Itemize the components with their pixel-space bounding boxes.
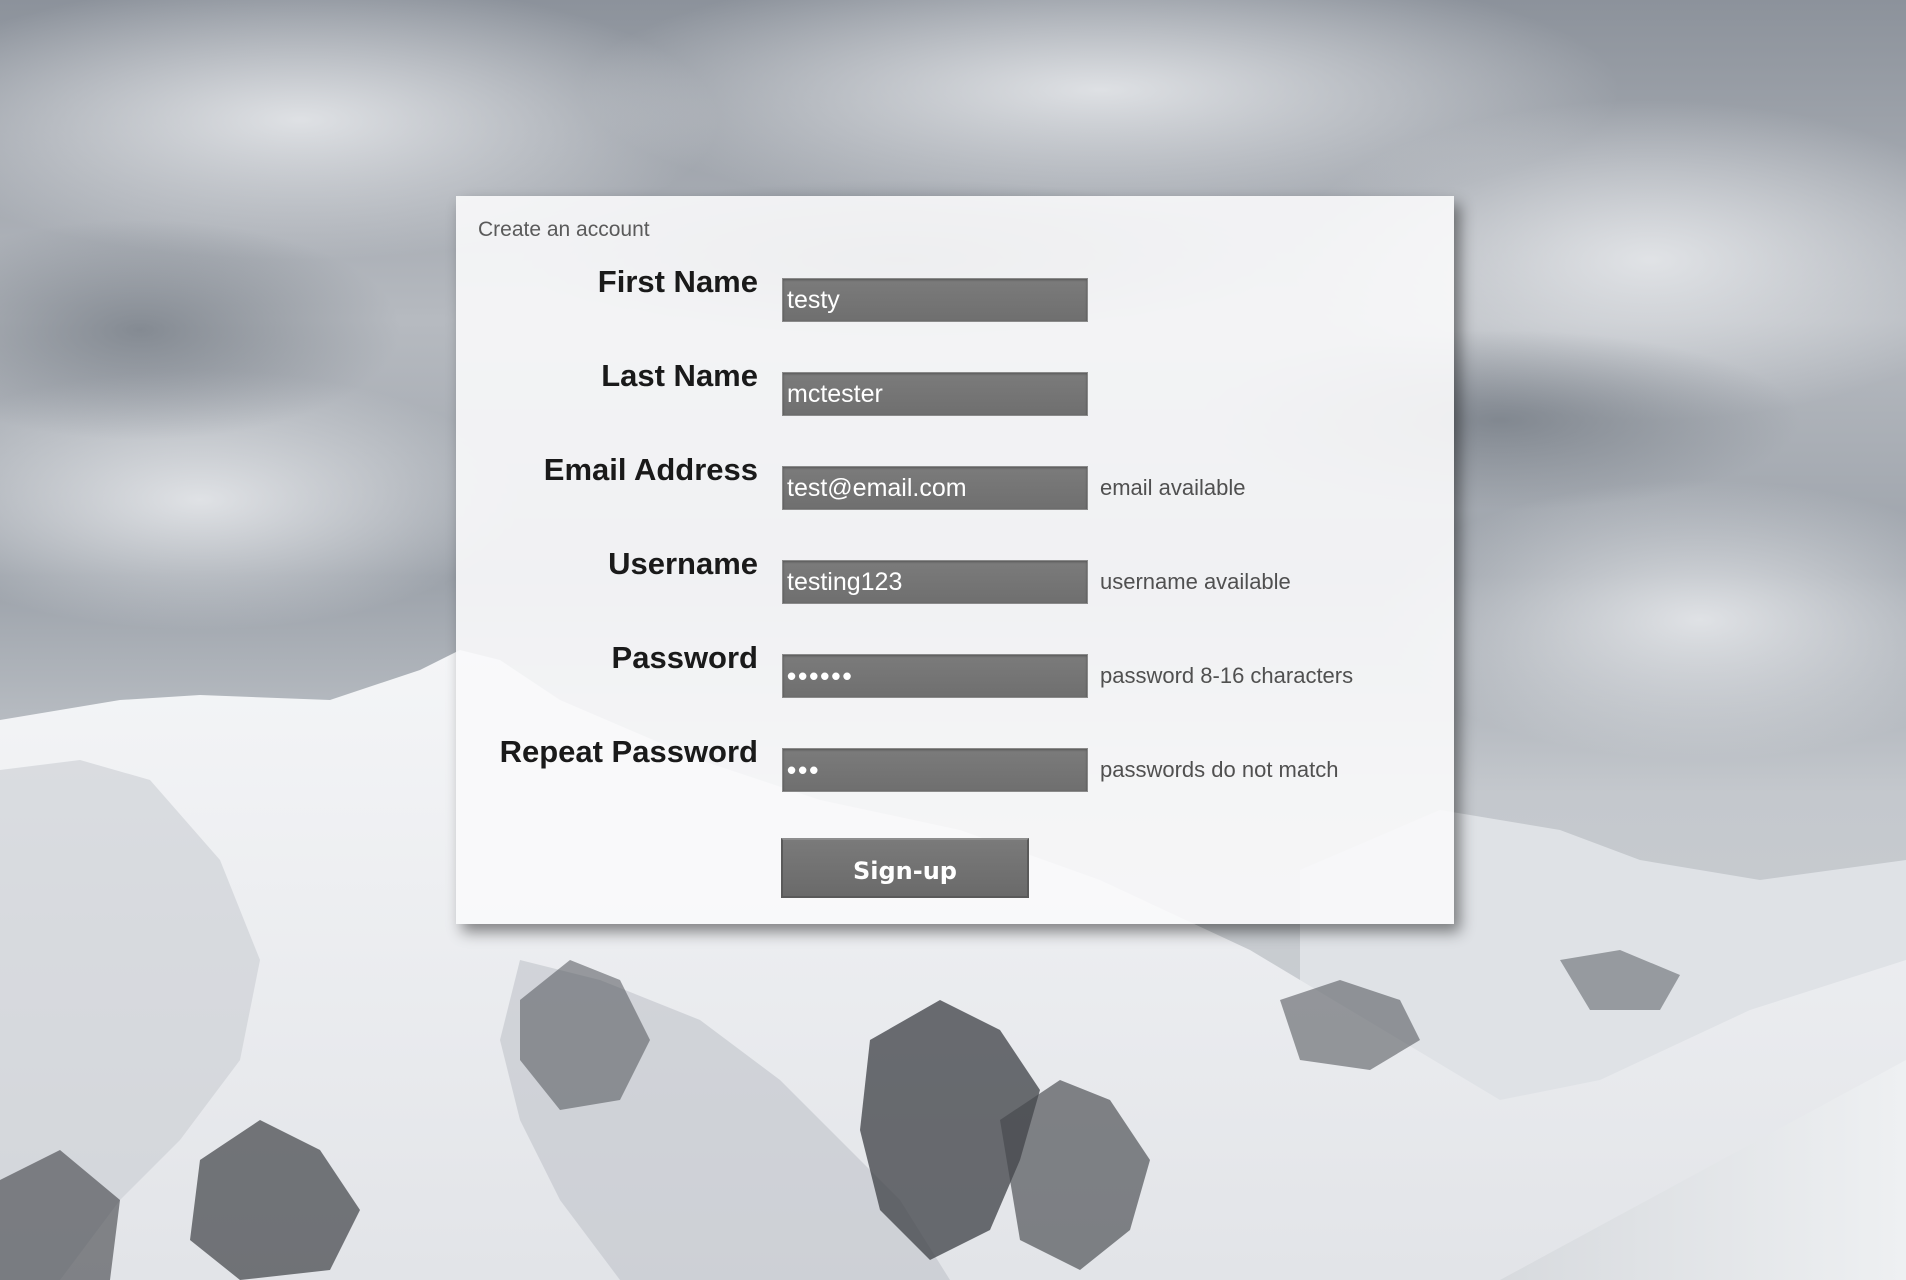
email-label: Email Address xyxy=(543,452,758,487)
password-hint: password 8-16 characters xyxy=(1100,663,1354,688)
password-row: Password password 8-16 characters xyxy=(456,640,1454,698)
repeat-password-status: passwords do not match xyxy=(1100,757,1339,782)
first-name-label: First Name xyxy=(597,264,758,299)
repeat-password-row: Repeat Password passwords do not match xyxy=(456,734,1454,792)
username-label: Username xyxy=(608,546,758,581)
last-name-row: Last Name xyxy=(456,358,1454,416)
email-input[interactable] xyxy=(782,466,1088,510)
signup-card: Create an account First Name Last Name E… xyxy=(456,196,1454,924)
repeat-password-label: Repeat Password xyxy=(499,734,758,769)
first-name-input[interactable] xyxy=(782,278,1088,322)
repeat-password-input[interactable] xyxy=(782,748,1088,792)
first-name-row: First Name xyxy=(456,264,1454,322)
password-label: Password xyxy=(611,640,758,675)
password-input[interactable] xyxy=(782,654,1088,698)
username-row: Username username available xyxy=(456,546,1454,604)
last-name-label: Last Name xyxy=(601,358,758,393)
email-status: email available xyxy=(1100,475,1246,500)
last-name-input[interactable] xyxy=(782,372,1088,416)
form-title: Create an account xyxy=(478,218,650,241)
email-row: Email Address email available xyxy=(456,452,1454,510)
signup-button[interactable]: Sign-up xyxy=(781,838,1029,898)
username-input[interactable] xyxy=(782,560,1088,604)
username-status: username available xyxy=(1100,569,1291,594)
